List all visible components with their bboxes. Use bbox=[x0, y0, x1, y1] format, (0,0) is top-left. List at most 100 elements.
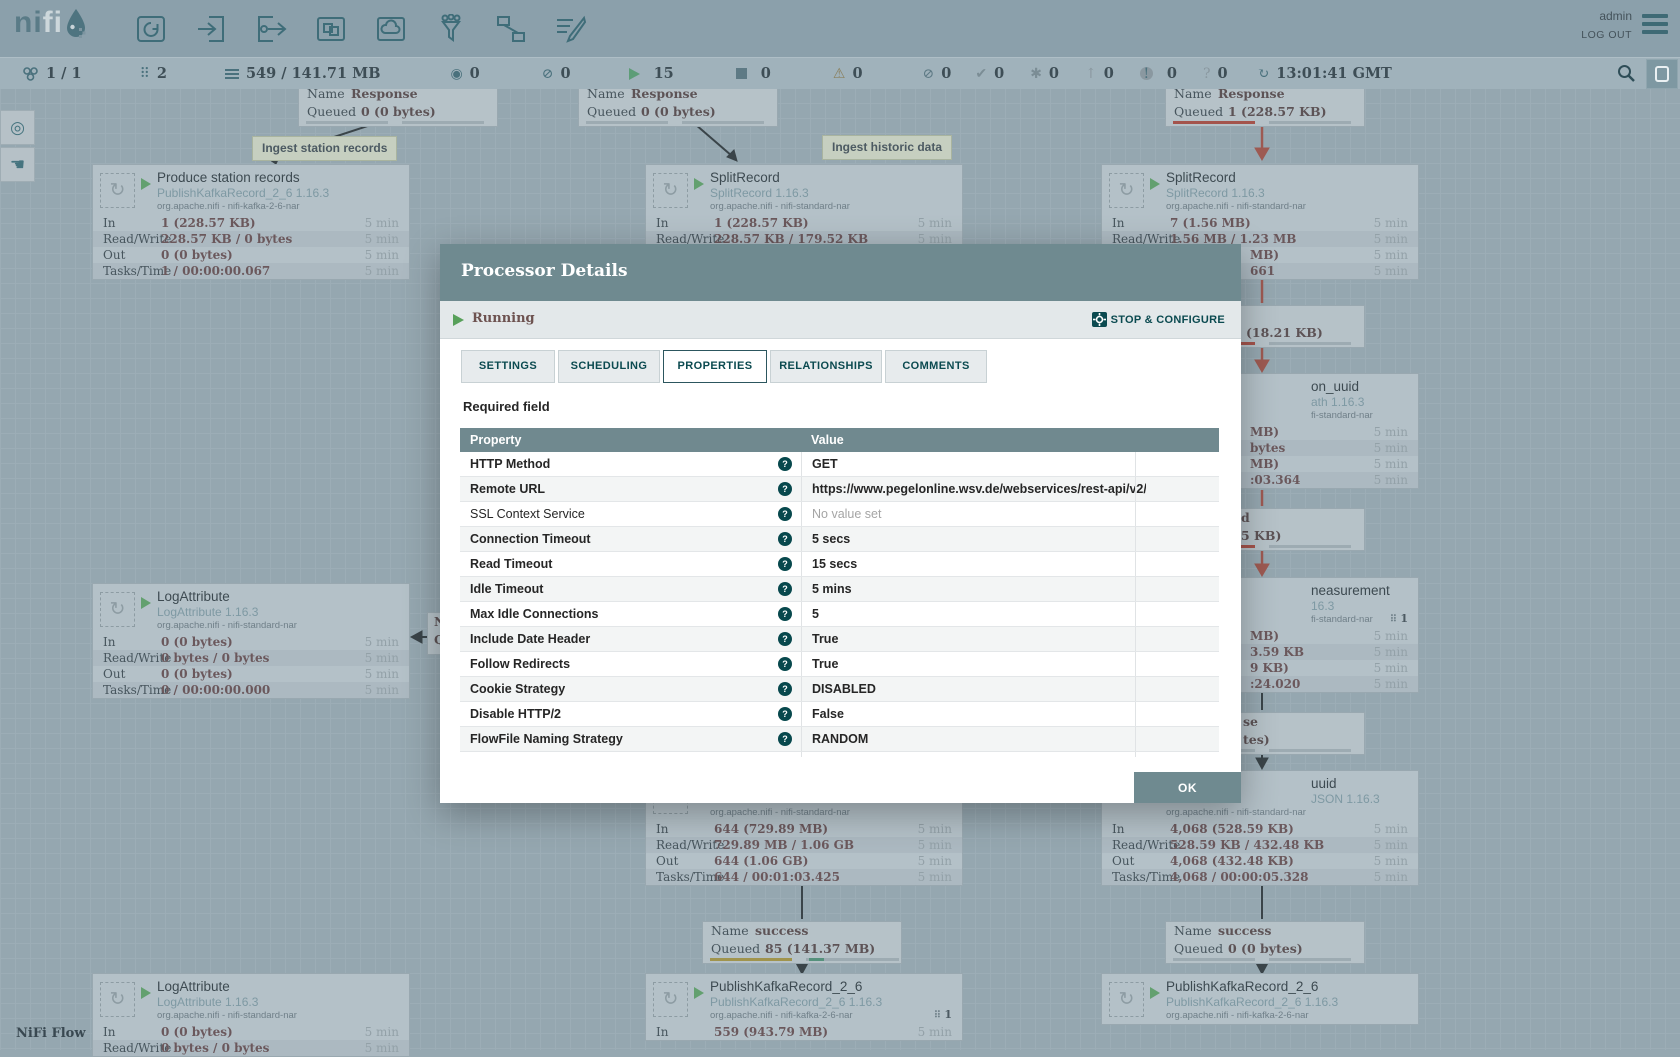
help-icon[interactable]: ? bbox=[778, 607, 792, 621]
output-port-tool-icon bbox=[255, 14, 287, 44]
current-user: admin bbox=[1581, 9, 1632, 23]
stat-row: Out0 (0 bytes)5 min bbox=[93, 666, 409, 682]
asterisk-icon: ✱ bbox=[1030, 66, 1042, 82]
stat-row: Tasks/Time0 / 00:00:00.0005 min bbox=[93, 682, 409, 698]
hand-icon: ☚ bbox=[10, 155, 25, 175]
logout-link[interactable]: LOG OUT bbox=[1581, 29, 1632, 41]
refresh-icon: ↻ bbox=[1258, 66, 1270, 82]
drag-process-group-tool[interactable] bbox=[311, 11, 351, 47]
property-row: Cookie Strategy?DISABLED bbox=[460, 677, 1219, 702]
help-icon[interactable]: ? bbox=[778, 707, 792, 721]
processor-state-bar: Running STOP & CONFIGURE bbox=[440, 301, 1241, 339]
running-icon bbox=[694, 987, 704, 999]
processor-produce-station-records[interactable]: ↻ Produce station records PublishKafkaRe… bbox=[92, 164, 410, 280]
stat-row: Read/Write228.57 KB / 0 bytes5 min bbox=[93, 231, 409, 247]
settings-panel-button[interactable] bbox=[1646, 59, 1678, 89]
help-icon[interactable]: ? bbox=[778, 507, 792, 521]
help-icon[interactable]: ? bbox=[778, 557, 792, 571]
stat-row: Tasks/Time1 / 00:00:00.0675 min bbox=[93, 263, 409, 279]
connection-label[interactable]: NameResponse Queued1 (228.57 KB) bbox=[1165, 84, 1365, 127]
label-ingest-station-records[interactable]: Ingest station records bbox=[252, 136, 397, 161]
tab-properties[interactable]: PROPERTIES bbox=[663, 350, 767, 383]
drag-template-tool[interactable] bbox=[491, 11, 531, 47]
backpressure-bars bbox=[1166, 958, 1364, 961]
stat-row: In1 (228.57 KB)5 min bbox=[646, 215, 962, 231]
drag-input-port-tool[interactable] bbox=[191, 11, 231, 47]
property-row: FlowFile Naming Strategy?RANDOM bbox=[460, 727, 1219, 752]
app-header: nifi admin LOG OUT bbox=[0, 0, 1680, 57]
processor-icon: ↻ bbox=[100, 982, 135, 1017]
process-group-tool-icon bbox=[315, 14, 347, 44]
help-icon[interactable]: ? bbox=[778, 457, 792, 471]
backpressure-bars bbox=[579, 121, 777, 124]
ok-button[interactable]: OK bbox=[1134, 772, 1241, 803]
stat-row: Tasks/Time644 / 00:01:03.4255 min bbox=[646, 869, 962, 885]
help-icon[interactable]: ? bbox=[778, 657, 792, 671]
stat-row: In644 (729.89 MB)5 min bbox=[646, 821, 962, 837]
invalid-icon: ⚠ bbox=[833, 66, 846, 82]
property-row: Follow Redirects?True bbox=[460, 652, 1219, 677]
processor-logattribute-2[interactable]: ↻ LogAttribute LogAttribute 1.16.3 org.a… bbox=[92, 973, 410, 1057]
processor-publishkafka[interactable]: ↻ PublishKafkaRecord_2_6 PublishKafkaRec… bbox=[645, 973, 963, 1041]
stat-row: In4,068 (528.59 KB)5 min bbox=[1102, 821, 1418, 837]
funnel-tool-icon bbox=[435, 14, 467, 44]
nifi-logo: nifi bbox=[14, 6, 87, 40]
connection-label[interactable]: Namesuccess Queued85 (141.37 MB) bbox=[702, 921, 902, 964]
label-ingest-historic-data[interactable]: Ingest historic data bbox=[822, 135, 952, 160]
processor-logattribute[interactable]: ↻ LogAttribute LogAttribute 1.16.3 org.a… bbox=[92, 583, 410, 699]
global-menu-button[interactable] bbox=[1642, 14, 1668, 38]
stat-row: Out4,068 (432.48 KB)5 min bbox=[1102, 853, 1418, 869]
connection-label[interactable]: Namesuccess Queued0 (0 bytes) bbox=[1165, 921, 1365, 964]
exclamation-icon: ! bbox=[1140, 67, 1153, 80]
stat-row: In559 (943.79 MB)5 min bbox=[646, 1024, 962, 1040]
search-button[interactable] bbox=[1616, 63, 1636, 88]
status-active-threads: ⠿2 bbox=[140, 65, 167, 82]
running-icon bbox=[141, 178, 151, 190]
help-icon[interactable]: ? bbox=[778, 532, 792, 546]
stat-row: Read/Write528.59 KB / 432.48 KB5 min bbox=[1102, 837, 1418, 853]
help-icon[interactable]: ? bbox=[778, 632, 792, 646]
drag-processor-tool[interactable] bbox=[131, 11, 171, 47]
stat-row: In0 (0 bytes)5 min bbox=[93, 634, 409, 650]
connection-label[interactable]: NameResponse Queued0 (0 bytes) bbox=[578, 84, 778, 127]
processor-publishkafka-2[interactable]: ↻ PublishKafkaRecord_2_6 PublishKafkaRec… bbox=[1101, 973, 1419, 1025]
breadcrumb[interactable]: NiFi Flow bbox=[16, 1026, 86, 1041]
stat-row: Out0 (0 bytes)5 min bbox=[93, 247, 409, 263]
running-icon bbox=[1150, 987, 1160, 999]
status-not-transmitting: ⊘0 bbox=[542, 65, 571, 82]
tab-relationships[interactable]: RELATIONSHIPS bbox=[770, 350, 882, 383]
connection-label[interactable]: NameResponse Queued0 (0 bytes) bbox=[298, 84, 498, 127]
help-icon[interactable]: ? bbox=[778, 582, 792, 596]
help-icon[interactable]: ? bbox=[778, 682, 792, 696]
stat-row: Read/Write729.89 MB / 1.06 GB5 min bbox=[646, 837, 962, 853]
drag-remote-process-group-tool[interactable] bbox=[371, 11, 411, 47]
tab-comments[interactable]: COMMENTS bbox=[885, 350, 987, 383]
status-cluster: 1 / 1 bbox=[22, 65, 82, 82]
drag-label-tool[interactable] bbox=[551, 11, 591, 47]
tab-scheduling[interactable]: SCHEDULING bbox=[558, 350, 660, 383]
running-icon bbox=[453, 314, 464, 326]
operate-palette-toggle[interactable]: ☚ bbox=[0, 147, 35, 182]
running-icon bbox=[694, 178, 704, 190]
drag-output-port-tool[interactable] bbox=[251, 11, 291, 47]
tab-settings[interactable]: SETTINGS bbox=[461, 350, 555, 383]
property-row: Attributes to Send?No value set bbox=[460, 752, 1219, 757]
status-stopped: 0 bbox=[736, 65, 771, 82]
processor-tool-icon bbox=[135, 14, 167, 44]
help-icon[interactable]: ? bbox=[778, 732, 792, 746]
stat-row: Read/Write0 bytes / 0 bytes5 min bbox=[93, 650, 409, 666]
last-refresh-time: 13:01:41 GMT bbox=[1276, 65, 1392, 82]
processor-icon: ↻ bbox=[100, 173, 135, 208]
navigate-palette-toggle[interactable]: ◎ bbox=[0, 110, 35, 145]
stat-row: Read/Write0 bytes / 0 bytes5 min bbox=[93, 1040, 409, 1056]
status-transmitting: ◉0 bbox=[450, 65, 479, 82]
help-icon[interactable]: ? bbox=[778, 482, 792, 496]
input-port-tool-icon bbox=[195, 14, 227, 44]
drag-funnel-tool[interactable] bbox=[431, 11, 471, 47]
threads-icon: ⠿ bbox=[140, 66, 150, 82]
stop-configure-icon bbox=[1092, 312, 1107, 327]
stop-and-configure-button[interactable]: STOP & CONFIGURE bbox=[1092, 312, 1225, 327]
required-field-note: Required field bbox=[463, 399, 550, 414]
status-stale: ↑0 bbox=[1085, 65, 1114, 82]
processor-icon: ↻ bbox=[1109, 982, 1144, 1017]
